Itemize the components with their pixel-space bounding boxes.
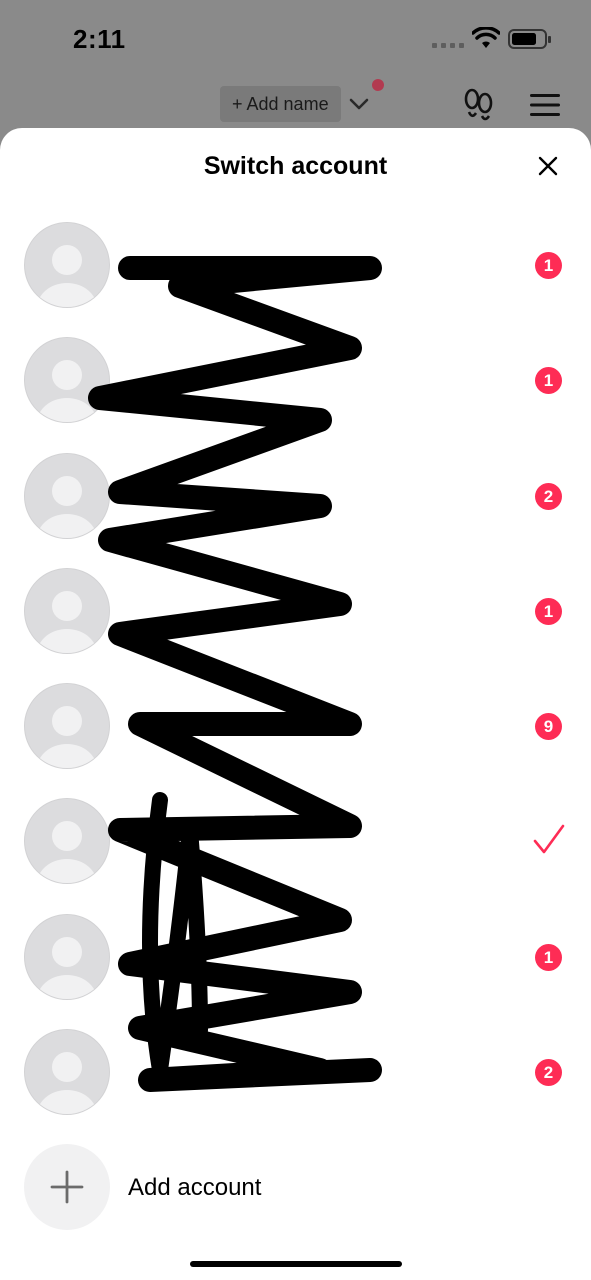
- avatar: [24, 913, 110, 1000]
- avatar: [24, 1029, 110, 1116]
- avatar: [24, 683, 110, 770]
- account-row-selected[interactable]: [0, 791, 591, 906]
- unread-badge: 2: [535, 1059, 562, 1087]
- account-row[interactable]: 1: [0, 330, 591, 445]
- footprints-icon[interactable]: [463, 88, 495, 122]
- account-row[interactable]: 1: [0, 907, 591, 1022]
- checkmark-icon: [533, 825, 565, 854]
- account-list: 1 1 2 1 9 1 2: [0, 215, 591, 1137]
- account-row[interactable]: 1: [0, 561, 591, 676]
- close-icon: [538, 156, 558, 176]
- add-name-button[interactable]: + Add name: [220, 86, 341, 122]
- avatar: [24, 798, 110, 885]
- account-row[interactable]: 9: [0, 676, 591, 791]
- add-account-label: Add account: [128, 1174, 262, 1201]
- account-row[interactable]: 2: [0, 446, 591, 561]
- status-bar: 2:11: [0, 0, 591, 80]
- unread-badge: 1: [535, 943, 562, 971]
- unread-badge: 1: [535, 597, 562, 625]
- signal-icon: [432, 43, 464, 48]
- add-account-button[interactable]: Add account: [0, 1138, 591, 1238]
- unread-badge: 1: [535, 367, 562, 395]
- sheet-title: Switch account: [203, 152, 388, 180]
- account-row[interactable]: 2: [0, 1022, 591, 1137]
- avatar: [24, 452, 110, 539]
- battery-icon: [508, 29, 551, 49]
- unread-badge: 1: [535, 252, 562, 279]
- profile-header: + Add name: [0, 79, 591, 130]
- switch-account-sheet: Switch account 1 1 2 1 9 1 2 Add account: [0, 128, 591, 1280]
- avatar: [24, 337, 110, 424]
- unread-badge: 2: [535, 482, 562, 510]
- unread-badge: 9: [535, 713, 562, 741]
- account-row[interactable]: 1: [0, 215, 591, 330]
- wifi-icon: [472, 27, 500, 48]
- avatar: [24, 567, 110, 654]
- notification-dot: [372, 79, 384, 91]
- chevron-down-icon[interactable]: [348, 94, 370, 114]
- status-time: 2:11: [73, 24, 126, 54]
- plus-icon: [50, 1170, 84, 1204]
- home-indicator: [190, 1261, 402, 1267]
- menu-icon[interactable]: [529, 92, 561, 118]
- close-button[interactable]: [532, 150, 564, 182]
- add-avatar: [24, 1144, 110, 1230]
- avatar: [24, 222, 110, 308]
